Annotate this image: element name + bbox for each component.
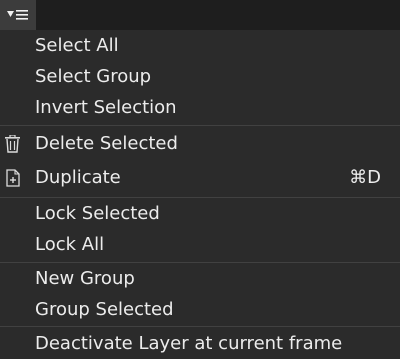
menu-list-icon xyxy=(6,8,30,22)
menu-item-label: Group Selected xyxy=(35,299,174,320)
menu-item-label: New Group xyxy=(35,268,135,289)
menu-item-new-group[interactable]: New Group xyxy=(0,263,400,294)
menu-item-label: Deactivate Layer at current frame xyxy=(35,333,343,354)
menu-item-invert-selection[interactable]: Invert Selection xyxy=(0,92,400,123)
menu-separator xyxy=(0,125,400,126)
menu-separator xyxy=(0,326,400,327)
duplicate-icon xyxy=(4,169,21,187)
trash-icon xyxy=(4,134,21,153)
menu-item-label: Lock Selected xyxy=(35,203,160,224)
menu-item-select-all[interactable]: Select All xyxy=(0,30,400,61)
menu-item-group-selected[interactable]: Group Selected xyxy=(0,294,400,325)
toolbar xyxy=(0,0,400,30)
shortcut-label: ⌘D xyxy=(349,167,381,188)
menu-item-label: Duplicate xyxy=(35,167,121,188)
menu-trigger-button[interactable] xyxy=(0,0,36,30)
menu-item-lock-selected[interactable]: Lock Selected xyxy=(0,198,400,229)
menu-item-deactivate-layer[interactable]: Deactivate Layer at current frame xyxy=(0,328,400,359)
menu-item-label: Select Group xyxy=(35,66,152,87)
menu-item-delete-selected[interactable]: Delete Selected xyxy=(0,128,400,159)
menu-item-lock-all[interactable]: Lock All xyxy=(0,229,400,260)
menu-item-label: Invert Selection xyxy=(35,97,177,118)
menu-item-label: Select All xyxy=(35,35,119,56)
dropdown-menu: Select All Select Group Invert Selection… xyxy=(0,30,400,357)
menu-item-label: Delete Selected xyxy=(35,133,178,154)
menu-item-duplicate[interactable]: Duplicate ⌘D xyxy=(0,162,400,193)
menu-item-label: Lock All xyxy=(35,234,105,255)
menu-item-select-group[interactable]: Select Group xyxy=(0,61,400,92)
